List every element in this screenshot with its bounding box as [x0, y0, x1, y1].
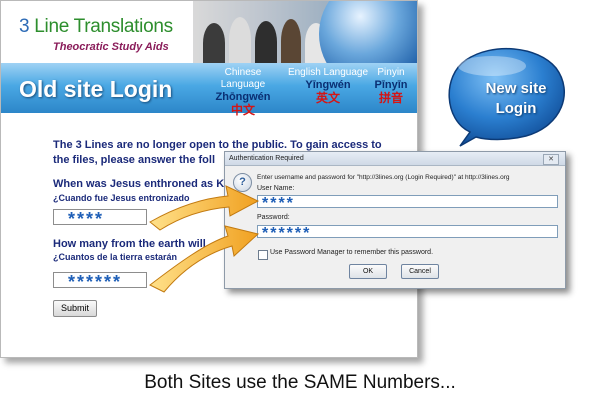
brand-tagline: Theocratic Study Aids [53, 41, 169, 53]
auth-dialog: Authentication Required ✕ ? Enter userna… [224, 151, 566, 289]
brand-logo: 3 Line Translations [19, 16, 173, 37]
bubble-text: New site Login [470, 79, 562, 119]
question-1: When was Jesus enthroned as K [53, 178, 225, 190]
submit-button[interactable]: Submit [53, 300, 97, 317]
bubble-line-2: Login [495, 100, 537, 117]
answer-1-input[interactable]: **** [53, 209, 147, 225]
answer-2-input[interactable]: ****** [53, 272, 147, 288]
username-field[interactable]: **** [257, 195, 558, 208]
ok-button[interactable]: OK [349, 264, 387, 279]
person-figure [255, 21, 277, 63]
banner-title: Old site Login [19, 76, 173, 102]
remember-checkbox[interactable] [258, 250, 268, 260]
username-label: User Name: [257, 185, 295, 192]
language-link-english[interactable]: English Language Yīngwén 英文 [287, 67, 369, 104]
question-icon: ? [233, 173, 252, 192]
caption: Both Sites use the SAME Numbers... [144, 372, 456, 393]
remember-label: Use Password Manager to remember this pa… [270, 249, 434, 256]
password-field[interactable]: ****** [257, 225, 558, 238]
question-2: How many from the earth will [53, 238, 206, 250]
person-figure [281, 19, 301, 63]
bubble-line-1: New site [485, 80, 547, 97]
language-link-chinese[interactable]: Chinese Language Zhōngwén 中文 [203, 67, 283, 116]
question-2-spanish: ¿Cuantos de la tierra estarán [53, 252, 178, 262]
language-link-pinyin[interactable]: Pinyin Pīnyīn 拼音 [371, 67, 411, 104]
password-label: Password: [257, 214, 290, 221]
dialog-prompt: Enter username and password for "http://… [257, 174, 510, 181]
question-1-spanish: ¿Cuando fue Jesus entronizado [53, 193, 190, 203]
cancel-button[interactable]: Cancel [401, 264, 439, 279]
person-figure [229, 17, 251, 63]
person-figure [203, 23, 225, 63]
